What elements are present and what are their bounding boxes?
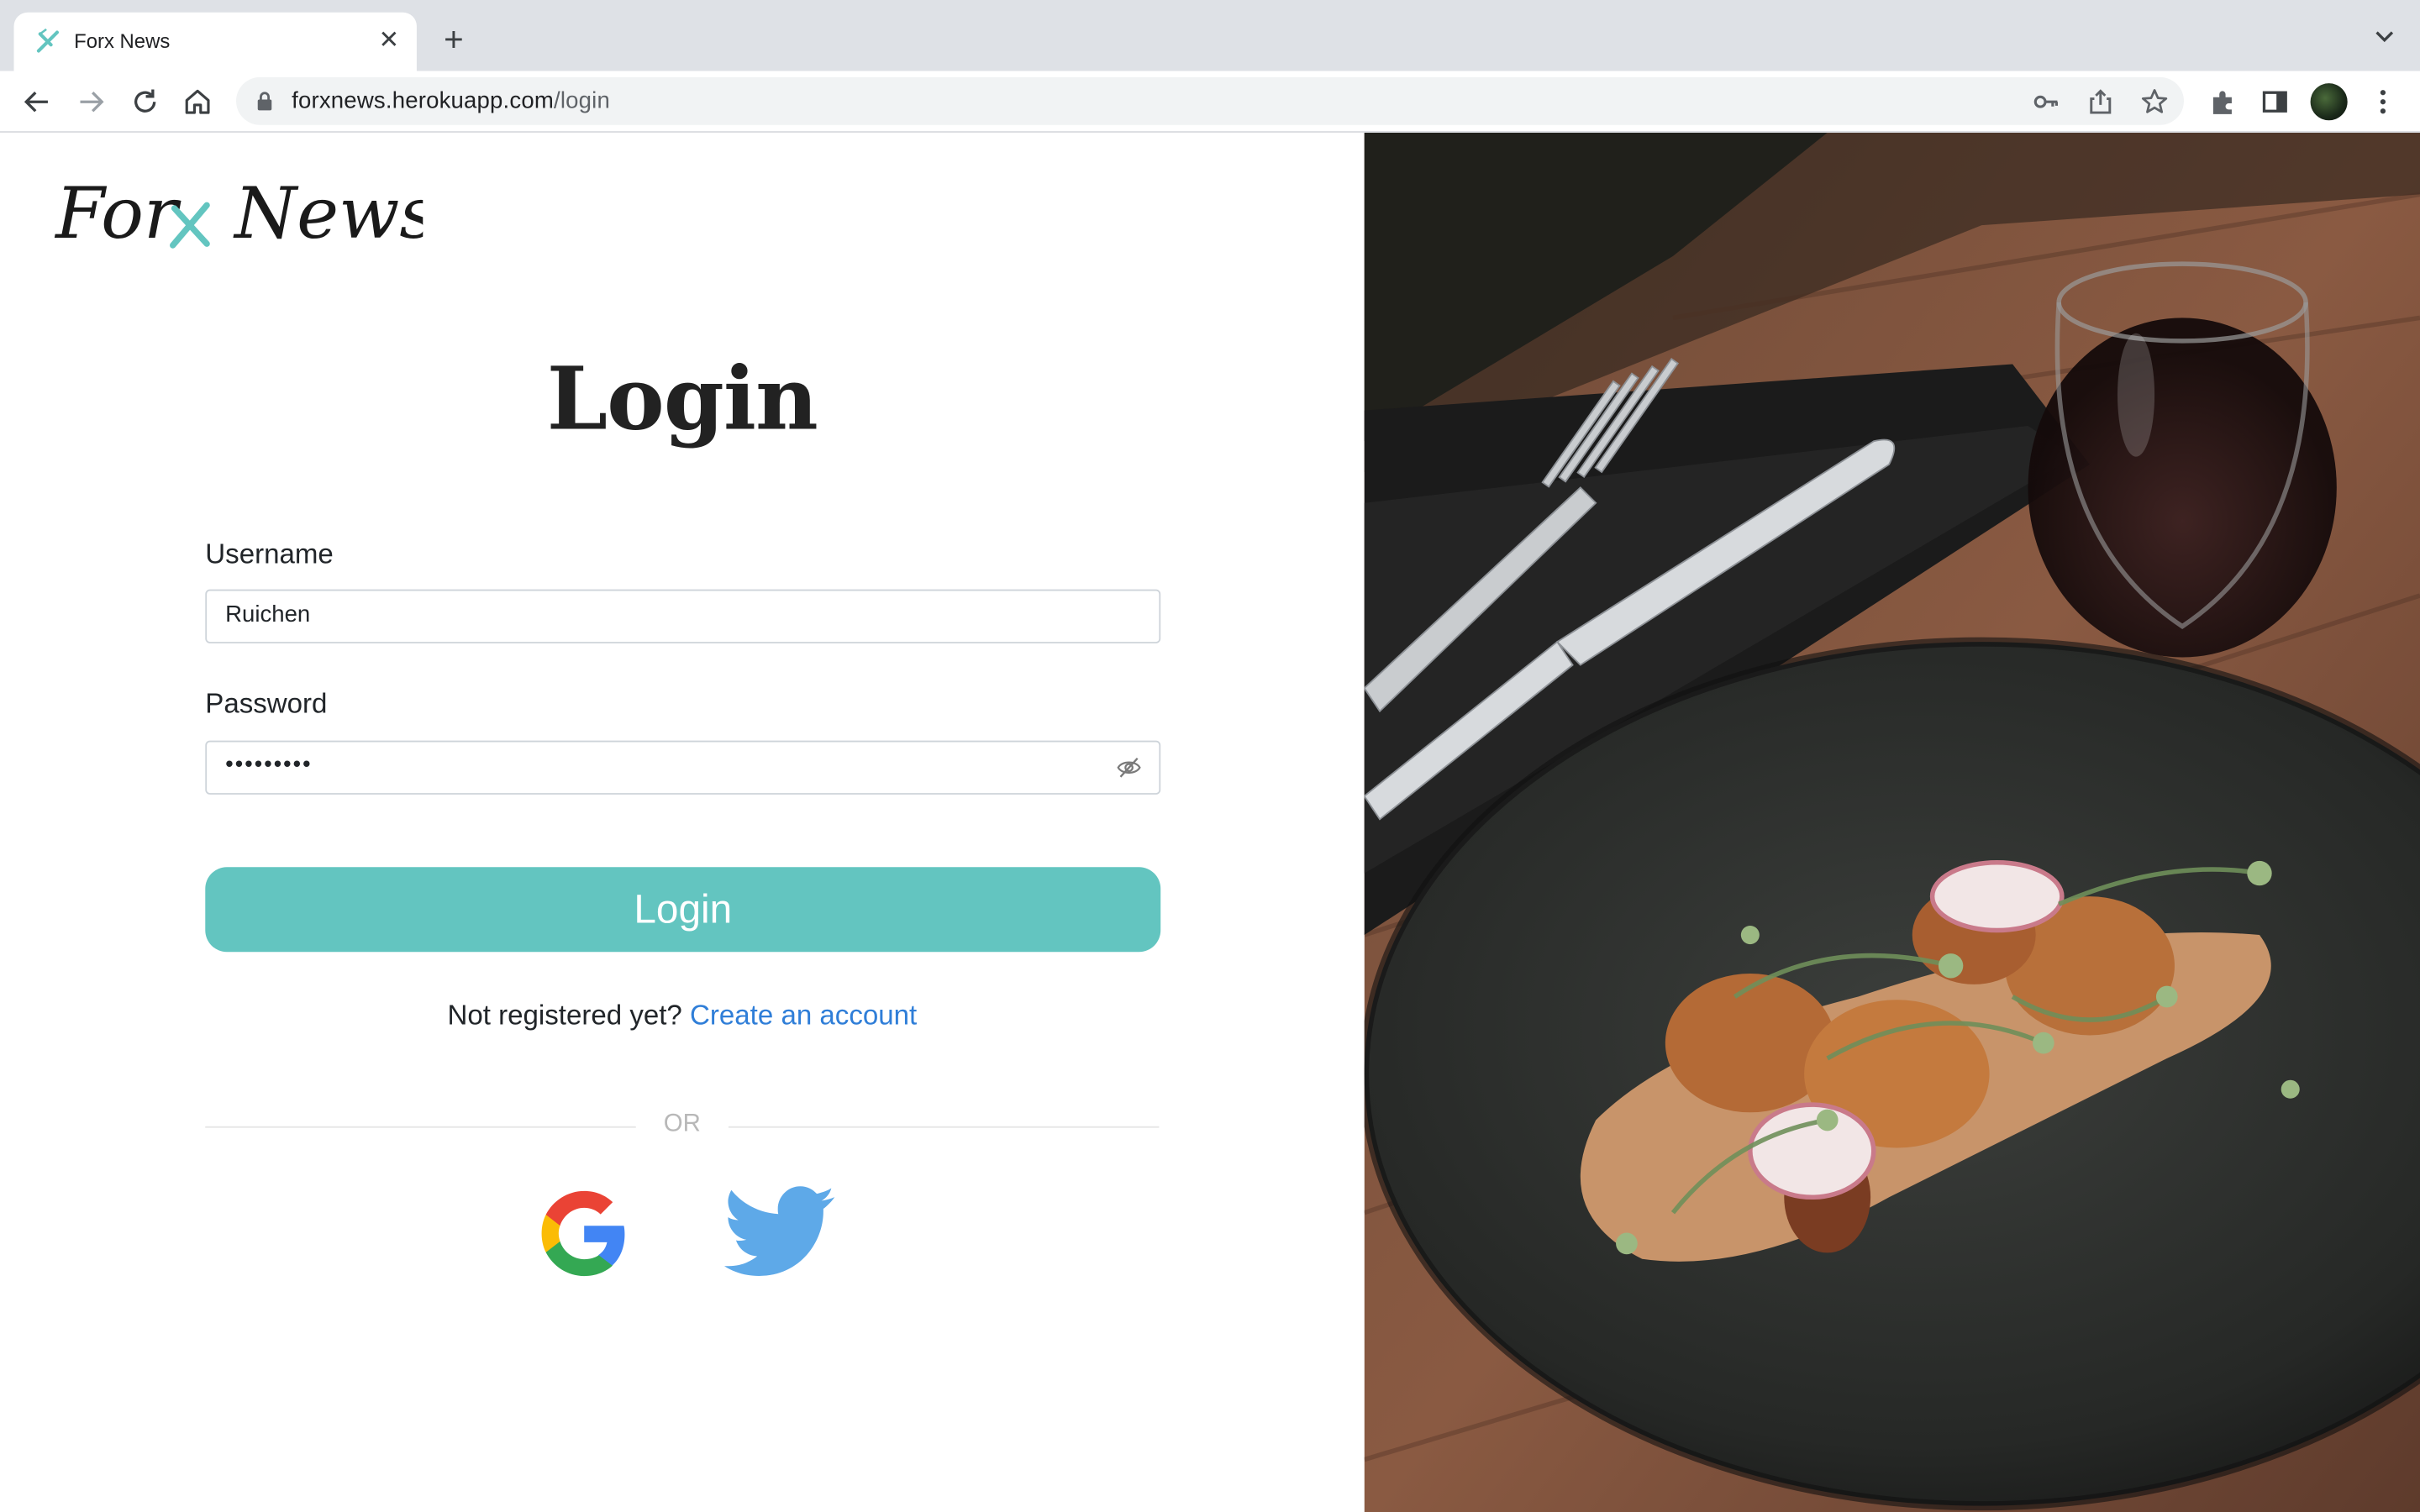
password-input[interactable]: ••••••••• [205, 740, 1161, 795]
logo-text-right: News [233, 172, 423, 253]
star-icon[interactable] [2139, 87, 2170, 118]
side-panel-icon[interactable] [2258, 85, 2291, 118]
reload-icon[interactable] [128, 85, 161, 118]
login-button[interactable]: Login [205, 867, 1161, 953]
home-icon[interactable] [181, 85, 214, 118]
register-prompt-text: Not registered yet? [447, 1000, 682, 1031]
lock-icon[interactable] [256, 91, 273, 111]
password-value: ••••••••• [225, 751, 313, 778]
eye-slash-icon[interactable] [1116, 754, 1142, 780]
url-text[interactable]: forxnews.herokuapp.com/login [292, 88, 610, 114]
tab-title: Forx News [74, 29, 171, 53]
puzzle-icon[interactable] [2206, 85, 2239, 118]
fork-knife-logo-icon [170, 202, 210, 249]
address-bar[interactable]: forxnews.herokuapp.com/login [236, 76, 2184, 125]
page-title: Login [546, 349, 818, 451]
fork-knife-favicon-icon [36, 28, 59, 53]
tab-close-icon[interactable]: ✕ [375, 28, 402, 55]
or-divider-text: OR [663, 1110, 701, 1137]
url-path: /login [554, 87, 610, 114]
kebab-menu-icon[interactable] [2366, 85, 2400, 118]
share-icon[interactable] [2085, 87, 2116, 118]
food-hero-image [1364, 132, 2420, 1512]
google-icon[interactable] [535, 1185, 633, 1283]
twitter-icon[interactable] [723, 1185, 836, 1281]
profile-avatar[interactable] [2310, 83, 2348, 121]
tab-bar: Forx News ✕ + [0, 0, 2420, 71]
username-label: Username [205, 538, 334, 570]
login-panel: For News Login Username Ruichen Password… [0, 132, 1365, 1512]
register-prompt: Not registered yet? Create an account [0, 1000, 1365, 1032]
new-tab-button[interactable]: + [437, 23, 471, 57]
create-account-link[interactable]: Create an account [690, 1000, 917, 1031]
page-content: For News Login Username Ruichen Password… [0, 132, 2420, 1512]
username-value: Ruichen [225, 601, 311, 628]
password-label: Password [205, 688, 328, 719]
back-arrow-icon[interactable] [20, 85, 54, 118]
browser-tab[interactable]: Forx News ✕ [13, 12, 417, 71]
tab-search-chevron-icon[interactable] [2374, 28, 2396, 46]
key-icon[interactable] [2031, 87, 2062, 118]
browser-toolbar: forxnews.herokuapp.com/login [0, 71, 2420, 133]
logo-text-left: For [54, 172, 182, 253]
username-input[interactable]: Ruichen [205, 589, 1161, 643]
forward-arrow-icon[interactable] [74, 85, 108, 118]
url-host: forxnews.herokuapp.com [292, 87, 555, 114]
forx-news-logo[interactable]: For News [52, 166, 423, 253]
